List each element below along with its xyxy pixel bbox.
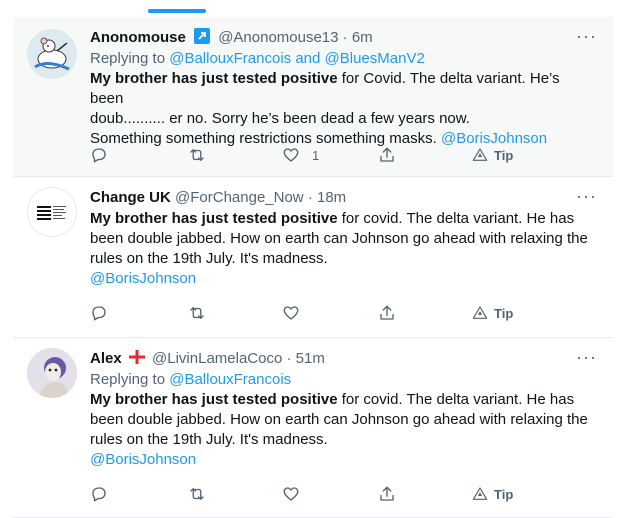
bold-text: My brother has just tested positive	[90, 391, 338, 408]
display-name[interactable]: Anonomouse	[90, 29, 186, 46]
user-handle[interactable]: @Anonomouse13	[218, 29, 338, 46]
tweet-actions: Tip	[90, 303, 570, 323]
mention-link[interactable]: @BorisJohnson	[90, 451, 196, 468]
avatar-change-uk-logo	[37, 206, 66, 220]
more-icon[interactable]: ···	[576, 27, 597, 45]
retweet-button[interactable]	[187, 145, 207, 165]
tip-button[interactable]: Tip	[472, 484, 513, 504]
bold-text: My brother has just tested positive	[90, 70, 338, 87]
more-icon[interactable]: ···	[576, 348, 597, 366]
tip-icon	[472, 306, 488, 319]
retweet-button[interactable]	[187, 484, 207, 504]
tweet-anonomouse[interactable]: Anonomouse @Anonomouse13 · 6m ··· Replyi…	[13, 17, 613, 177]
share-icon	[380, 305, 394, 320]
avatar[interactable]	[27, 29, 77, 79]
share-icon	[380, 486, 394, 501]
reply-context: Replying to @BallouxFrancois and @BluesM…	[90, 49, 597, 69]
like-icon	[283, 487, 299, 501]
tweet-actions: 1 Tip	[90, 145, 570, 165]
avatar-mouse-image	[27, 29, 77, 79]
avatar[interactable]	[27, 187, 77, 237]
tab-indicator	[148, 9, 206, 13]
reply-icon	[92, 306, 106, 321]
tip-label: Tip	[494, 147, 514, 163]
text-line-2: been double jabbed. How on earth can Joh…	[90, 230, 588, 247]
reply-button[interactable]	[90, 303, 108, 323]
text-line-3: rules on the 19th July. It's madness.	[90, 431, 328, 448]
retweet-icon	[190, 149, 204, 161]
tip-label: Tip	[494, 305, 514, 321]
england-flag-icon	[128, 349, 145, 364]
retweet-icon	[190, 488, 204, 500]
retweet-button[interactable]	[187, 303, 207, 323]
mention-link[interactable]: @BorisJohnson	[90, 270, 196, 287]
reply-prefix: Replying to	[90, 371, 166, 388]
share-button[interactable]	[378, 145, 396, 165]
text-line-2: doub.......... er no. Sorry he’s been de…	[90, 110, 470, 127]
display-name[interactable]: Change UK	[90, 189, 171, 206]
reply-to-link[interactable]: @BallouxFrancois and @BluesManV2	[169, 50, 425, 67]
tip-icon	[472, 487, 488, 500]
user-handle[interactable]: @LivinLamelaCoco	[152, 350, 282, 367]
text-line-2: been double jabbed. How on earth can Joh…	[90, 411, 588, 428]
bold-text: My brother has just tested positive	[90, 210, 338, 227]
tweet-text: My brother has just tested positive for …	[90, 390, 597, 470]
share-button[interactable]	[378, 303, 396, 323]
tweet-text: My brother has just tested positive for …	[90, 209, 597, 289]
retweet-icon	[190, 307, 204, 319]
tweet-text: My brother has just tested positive for …	[90, 69, 597, 149]
verified-icon	[194, 28, 211, 44]
tweet-actions: Tip	[90, 484, 570, 504]
avatar[interactable]	[27, 348, 77, 398]
text-line-1: for covid. The delta variant. He has	[337, 391, 575, 408]
reply-to-link[interactable]: @BallouxFrancois	[169, 371, 291, 388]
like-button[interactable]: 1	[282, 145, 319, 165]
reply-button[interactable]	[90, 145, 108, 165]
reply-button[interactable]	[90, 484, 108, 504]
display-name[interactable]: Alex	[90, 350, 122, 367]
reply-prefix: Replying to	[90, 50, 166, 67]
tip-icon	[472, 148, 488, 161]
tip-button[interactable]: Tip	[472, 145, 513, 165]
reply-icon	[92, 148, 106, 163]
like-icon	[283, 306, 299, 320]
like-count: 1	[312, 147, 320, 163]
reply-icon	[92, 487, 106, 502]
avatar-photo	[27, 348, 77, 398]
more-icon[interactable]: ···	[576, 187, 597, 205]
tweet-change-uk[interactable]: Change UK @ForChange_Now · 18m ··· My br…	[13, 177, 613, 338]
text-line-1: for covid. The delta variant. He has	[337, 210, 575, 227]
text-line-3: rules on the 19th July. It's madness.	[90, 250, 328, 267]
reply-context: Replying to @BallouxFrancois	[90, 370, 597, 390]
share-icon	[380, 147, 394, 162]
timestamp[interactable]: · 6m	[343, 29, 373, 46]
share-button[interactable]	[378, 484, 396, 504]
like-icon	[283, 148, 299, 162]
timestamp[interactable]: · 18m	[308, 189, 346, 206]
timestamp[interactable]: · 51m	[287, 350, 325, 367]
user-handle[interactable]: @ForChange_Now	[175, 189, 304, 206]
tweet-alex[interactable]: Alex @LivinLamelaCoco · 51m ··· Replying…	[13, 338, 613, 518]
like-button[interactable]	[282, 484, 300, 504]
tip-label: Tip	[494, 486, 514, 502]
like-button[interactable]	[282, 303, 300, 323]
tip-button[interactable]: Tip	[472, 303, 513, 323]
